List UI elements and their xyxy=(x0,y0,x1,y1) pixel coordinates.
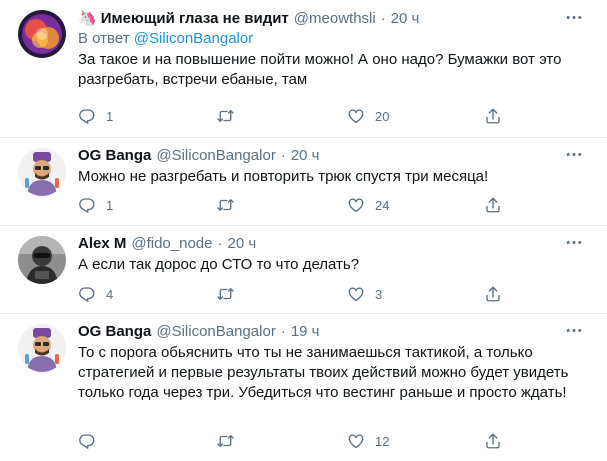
timestamp[interactable]: 19 ч xyxy=(291,323,320,340)
share-button[interactable] xyxy=(484,284,512,304)
retweet-icon xyxy=(216,285,235,303)
avatar[interactable] xyxy=(18,148,66,196)
reply-prefix: В ответ xyxy=(78,30,130,47)
tweet-thread: 🦄 Имеющий глаза не видит @meowthsli · 20 … xyxy=(0,0,607,461)
share-button[interactable] xyxy=(484,195,512,215)
separator-dot: · xyxy=(280,322,286,340)
reply-button[interactable]: 1 xyxy=(78,106,113,126)
more-icon[interactable] xyxy=(563,10,585,24)
like-button[interactable]: 20 xyxy=(347,106,389,126)
retweet-button[interactable] xyxy=(216,284,245,304)
tweet-text: За такое и на повышение пойти можно! А о… xyxy=(78,51,562,88)
reply-count: 4 xyxy=(106,286,114,302)
tweet[interactable]: 🦄 Имеющий глаза не видит @meowthsli · 20 … xyxy=(0,0,607,138)
like-count: 3 xyxy=(375,286,383,302)
separator-dot: · xyxy=(280,146,286,164)
reply-count: 1 xyxy=(106,197,114,213)
tweet-actions: 12 xyxy=(78,431,508,451)
reply-button[interactable]: 4 xyxy=(78,284,113,304)
share-button[interactable] xyxy=(484,431,512,451)
display-name[interactable]: OG Banga xyxy=(78,323,151,340)
separator-dot: · xyxy=(217,234,223,252)
retweet-icon xyxy=(216,196,235,214)
avatar[interactable] xyxy=(18,10,66,58)
like-count: 12 xyxy=(375,433,390,449)
timestamp[interactable]: 20 ч xyxy=(291,147,320,164)
user-handle[interactable]: @SiliconBangalor xyxy=(156,147,275,164)
timestamp[interactable]: 20 ч xyxy=(391,10,420,27)
reply-icon xyxy=(78,432,96,450)
tweet[interactable]: Alex M @fido_node · 20 ч А если так доро… xyxy=(0,226,607,314)
tweet-text: А если так дорос до СТО то что делать? xyxy=(78,256,360,273)
heart-icon xyxy=(347,285,365,303)
unicorn-emoji: 🦄 xyxy=(78,10,97,27)
more-icon[interactable] xyxy=(563,147,585,161)
reply-icon xyxy=(78,196,96,214)
like-count: 20 xyxy=(375,108,390,124)
heart-icon xyxy=(347,432,365,450)
reply-count: 1 xyxy=(106,108,114,124)
share-icon xyxy=(484,196,502,214)
user-handle[interactable]: @fido_node xyxy=(131,235,212,252)
retweet-button[interactable] xyxy=(216,431,245,451)
reply-to-link[interactable]: @SiliconBangalor xyxy=(134,30,253,47)
share-button[interactable] xyxy=(484,106,512,126)
reply-icon xyxy=(78,107,96,125)
reply-context: В ответ @SiliconBangalor xyxy=(78,29,585,48)
heart-icon xyxy=(347,196,365,214)
user-handle[interactable]: @meowthsli xyxy=(294,10,376,27)
like-count: 24 xyxy=(375,197,390,213)
heart-icon xyxy=(347,107,365,125)
tweet-text: Можно не разгребать и повторить трюк спу… xyxy=(78,168,489,185)
display-name[interactable]: OG Banga xyxy=(78,147,151,164)
tweet[interactable]: OG Banga @SiliconBangalor · 20 ч Можно н… xyxy=(0,138,607,226)
reply-icon xyxy=(78,285,96,303)
retweet-icon xyxy=(216,432,235,450)
share-icon xyxy=(484,285,502,303)
display-name[interactable]: 🦄 Имеющий глаза не видит xyxy=(78,9,289,27)
tweet-text: То с порога обьяснить что ты не занимаеш… xyxy=(78,344,569,401)
retweet-button[interactable] xyxy=(216,106,245,126)
user-handle[interactable]: @SiliconBangalor xyxy=(156,323,275,340)
tweet-actions: 4 3 xyxy=(78,284,508,304)
reply-button[interactable]: 1 xyxy=(78,195,113,215)
like-button[interactable]: 12 xyxy=(347,431,389,451)
tweet[interactable]: OG Banga @SiliconBangalor · 19 ч То с по… xyxy=(0,314,607,461)
share-icon xyxy=(484,432,502,450)
retweet-button[interactable] xyxy=(216,195,245,215)
more-icon[interactable] xyxy=(563,323,585,337)
reply-button[interactable] xyxy=(78,431,106,451)
share-icon xyxy=(484,107,502,125)
timestamp[interactable]: 20 ч xyxy=(227,235,256,252)
like-button[interactable]: 3 xyxy=(347,284,382,304)
retweet-icon xyxy=(216,107,235,125)
avatar[interactable] xyxy=(18,324,66,372)
separator-dot: · xyxy=(380,9,386,27)
tweet-actions: 1 24 xyxy=(78,195,508,215)
display-name[interactable]: Alex M xyxy=(78,235,126,252)
display-name-text: Имеющий глаза не видит xyxy=(100,10,289,27)
more-icon[interactable] xyxy=(563,235,585,249)
avatar[interactable] xyxy=(18,236,66,284)
like-button[interactable]: 24 xyxy=(347,195,389,215)
tweet-actions: 1 20 xyxy=(78,106,508,126)
